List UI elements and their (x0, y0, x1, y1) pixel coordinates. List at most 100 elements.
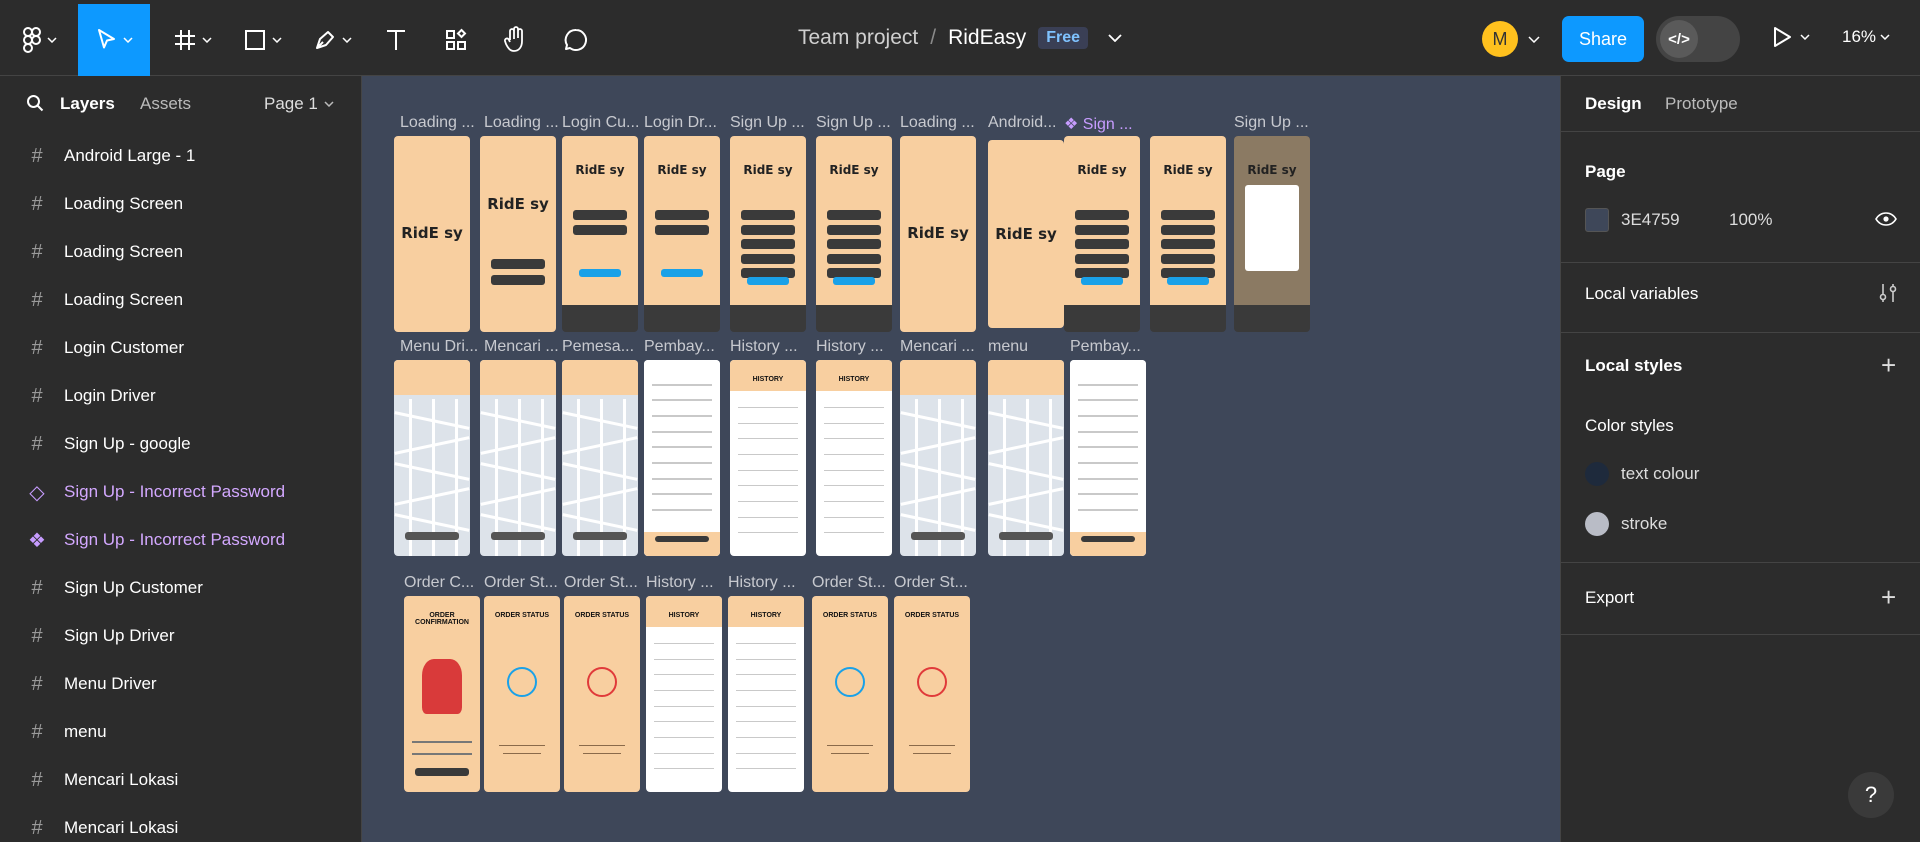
frame-thumbnail[interactable]: RidE sy (816, 136, 892, 332)
frame-label[interactable]: History ... (728, 574, 812, 592)
frame-thumbnail[interactable]: RidE sy (480, 136, 556, 332)
color-style-name[interactable]: text colour (1621, 464, 1699, 484)
frame-thumbnail[interactable] (394, 360, 470, 556)
layer-item[interactable]: ❖ Sign Up - Incorrect Password (0, 516, 361, 564)
add-style-plus-icon[interactable]: + (1881, 352, 1896, 378)
frame-thumbnail[interactable]: HISTORY (646, 596, 722, 792)
layer-item[interactable]: ◇ Sign Up - Incorrect Password (0, 468, 361, 516)
tab-prototype[interactable]: Prototype (1665, 94, 1738, 114)
color-style-name[interactable]: stroke (1621, 514, 1667, 534)
frame-thumbnail[interactable]: RidE sy (900, 136, 976, 332)
layer-item[interactable]: # Android Large - 1 (0, 132, 361, 180)
layer-item[interactable]: # Sign Up - google (0, 420, 361, 468)
frame-label[interactable]: Mencari ... (484, 338, 570, 356)
tab-design[interactable]: Design (1585, 94, 1642, 114)
frame-thumbnail[interactable] (480, 360, 556, 556)
frame-label[interactable]: History ... (816, 338, 902, 356)
search-icon[interactable] (26, 94, 44, 112)
frame-thumbnail[interactable]: HISTORY (816, 360, 892, 556)
tab-assets[interactable]: Assets (140, 94, 191, 114)
frame-thumbnail[interactable]: RidE sy (1234, 136, 1310, 332)
frame-label[interactable]: Loading ... (400, 114, 486, 132)
color-style-swatch[interactable] (1585, 512, 1609, 536)
frame-label[interactable]: Order St... (894, 574, 978, 592)
present-button[interactable] (1772, 26, 1810, 48)
frame-label[interactable]: Order St... (564, 574, 648, 592)
frame-thumbnail[interactable]: ORDER STATUS (484, 596, 560, 792)
help-button[interactable]: ? (1848, 772, 1894, 818)
layer-item[interactable]: # Login Customer (0, 324, 361, 372)
frame-label[interactable]: History ... (730, 338, 816, 356)
breadcrumb-team[interactable]: Team project (798, 26, 918, 50)
frame-label[interactable]: Sign Up ... (816, 114, 902, 132)
color-style-swatch[interactable] (1585, 462, 1609, 486)
resources-tool-button[interactable] (434, 4, 478, 76)
share-button[interactable]: Share (1562, 16, 1644, 62)
layer-item[interactable]: # Loading Screen (0, 180, 361, 228)
frame-thumbnail[interactable]: RidE sy (394, 136, 470, 332)
frame-label[interactable]: menu (988, 338, 1074, 356)
main-menu-button[interactable] (14, 4, 64, 76)
page-selector[interactable]: Page 1 (264, 94, 334, 114)
page-color-swatch[interactable] (1585, 208, 1609, 232)
frame-thumbnail[interactable]: ORDER CONFIRMATION (404, 596, 480, 792)
frame-label[interactable]: Pembay... (644, 338, 730, 356)
chevron-down-icon[interactable] (1108, 34, 1122, 42)
frame-label[interactable]: Order St... (812, 574, 896, 592)
layer-item[interactable]: # Sign Up Driver (0, 612, 361, 660)
frame-thumbnail[interactable]: RidE sy (644, 136, 720, 332)
frame-thumbnail[interactable]: ORDER STATUS (812, 596, 888, 792)
local-variables-label[interactable]: Local variables (1585, 284, 1698, 304)
tab-layers[interactable]: Layers (60, 94, 115, 114)
frame-label[interactable]: Login Dr... (644, 114, 730, 132)
layer-item[interactable]: # Loading Screen (0, 228, 361, 276)
frame-label[interactable]: Pemesa... (562, 338, 648, 356)
breadcrumb-file-name[interactable]: RidEasy (948, 26, 1026, 50)
frame-thumbnail[interactable]: ORDER STATUS (564, 596, 640, 792)
frame-thumbnail[interactable] (988, 360, 1064, 556)
frame-label[interactable]: Order C... (404, 574, 488, 592)
dev-mode-toggle[interactable]: </> (1656, 16, 1740, 62)
page-opacity[interactable]: 100% (1729, 210, 1772, 230)
comment-tool-button[interactable] (554, 4, 598, 76)
layer-item[interactable]: # Mencari Lokasi (0, 756, 361, 804)
user-avatar[interactable]: M (1482, 21, 1518, 57)
layer-item[interactable]: # Menu Driver (0, 660, 361, 708)
frame-thumbnail[interactable]: HISTORY (730, 360, 806, 556)
page-color-hex[interactable]: 3E4759 (1621, 210, 1680, 230)
variables-sliders-icon[interactable] (1877, 282, 1899, 304)
frame-thumbnail[interactable] (644, 360, 720, 556)
frame-label[interactable]: Sign Up ... (730, 114, 816, 132)
frame-thumbnail[interactable]: HISTORY (728, 596, 804, 792)
eye-icon[interactable] (1875, 212, 1897, 226)
frame-label[interactable]: History ... (646, 574, 730, 592)
frame-thumbnail[interactable] (1070, 360, 1146, 556)
frame-label[interactable]: Loading ... (900, 114, 986, 132)
layer-item[interactable]: # menu (0, 708, 361, 756)
frame-thumbnail[interactable]: RidE sy (562, 136, 638, 332)
frame-thumbnail[interactable] (562, 360, 638, 556)
layer-item[interactable]: # Login Driver (0, 372, 361, 420)
frame-label[interactable]: Sign Up ... (1234, 114, 1320, 132)
frame-tool-button[interactable] (164, 4, 220, 76)
layer-item[interactable]: # Mencari Lokasi (0, 804, 361, 842)
layer-item[interactable]: # Sign Up Customer (0, 564, 361, 612)
frame-label[interactable]: Pembay... (1070, 338, 1156, 356)
chevron-down-icon[interactable] (1528, 36, 1540, 43)
frame-thumbnail[interactable]: RidE sy (988, 140, 1064, 328)
frame-thumbnail[interactable] (900, 360, 976, 556)
shape-tool-button[interactable] (234, 4, 290, 76)
pen-tool-button[interactable] (304, 4, 360, 76)
frame-label[interactable]: Order St... (484, 574, 568, 592)
zoom-control[interactable]: 16% (1842, 27, 1890, 47)
frame-thumbnail[interactable]: RidE sy (1064, 136, 1140, 332)
move-tool-button[interactable] (78, 4, 150, 76)
layer-item[interactable]: # Loading Screen (0, 276, 361, 324)
frame-thumbnail[interactable]: ORDER STATUS (894, 596, 970, 792)
hand-tool-button[interactable] (494, 4, 538, 76)
frame-label[interactable]: Login Cu... (562, 114, 648, 132)
add-export-plus-icon[interactable]: + (1881, 584, 1896, 610)
frame-thumbnail[interactable]: RidE sy (1150, 136, 1226, 332)
design-canvas[interactable]: Loading ... Loading ... Login Cu... Login D… (362, 76, 1560, 842)
frame-thumbnail[interactable]: RidE sy (730, 136, 806, 332)
